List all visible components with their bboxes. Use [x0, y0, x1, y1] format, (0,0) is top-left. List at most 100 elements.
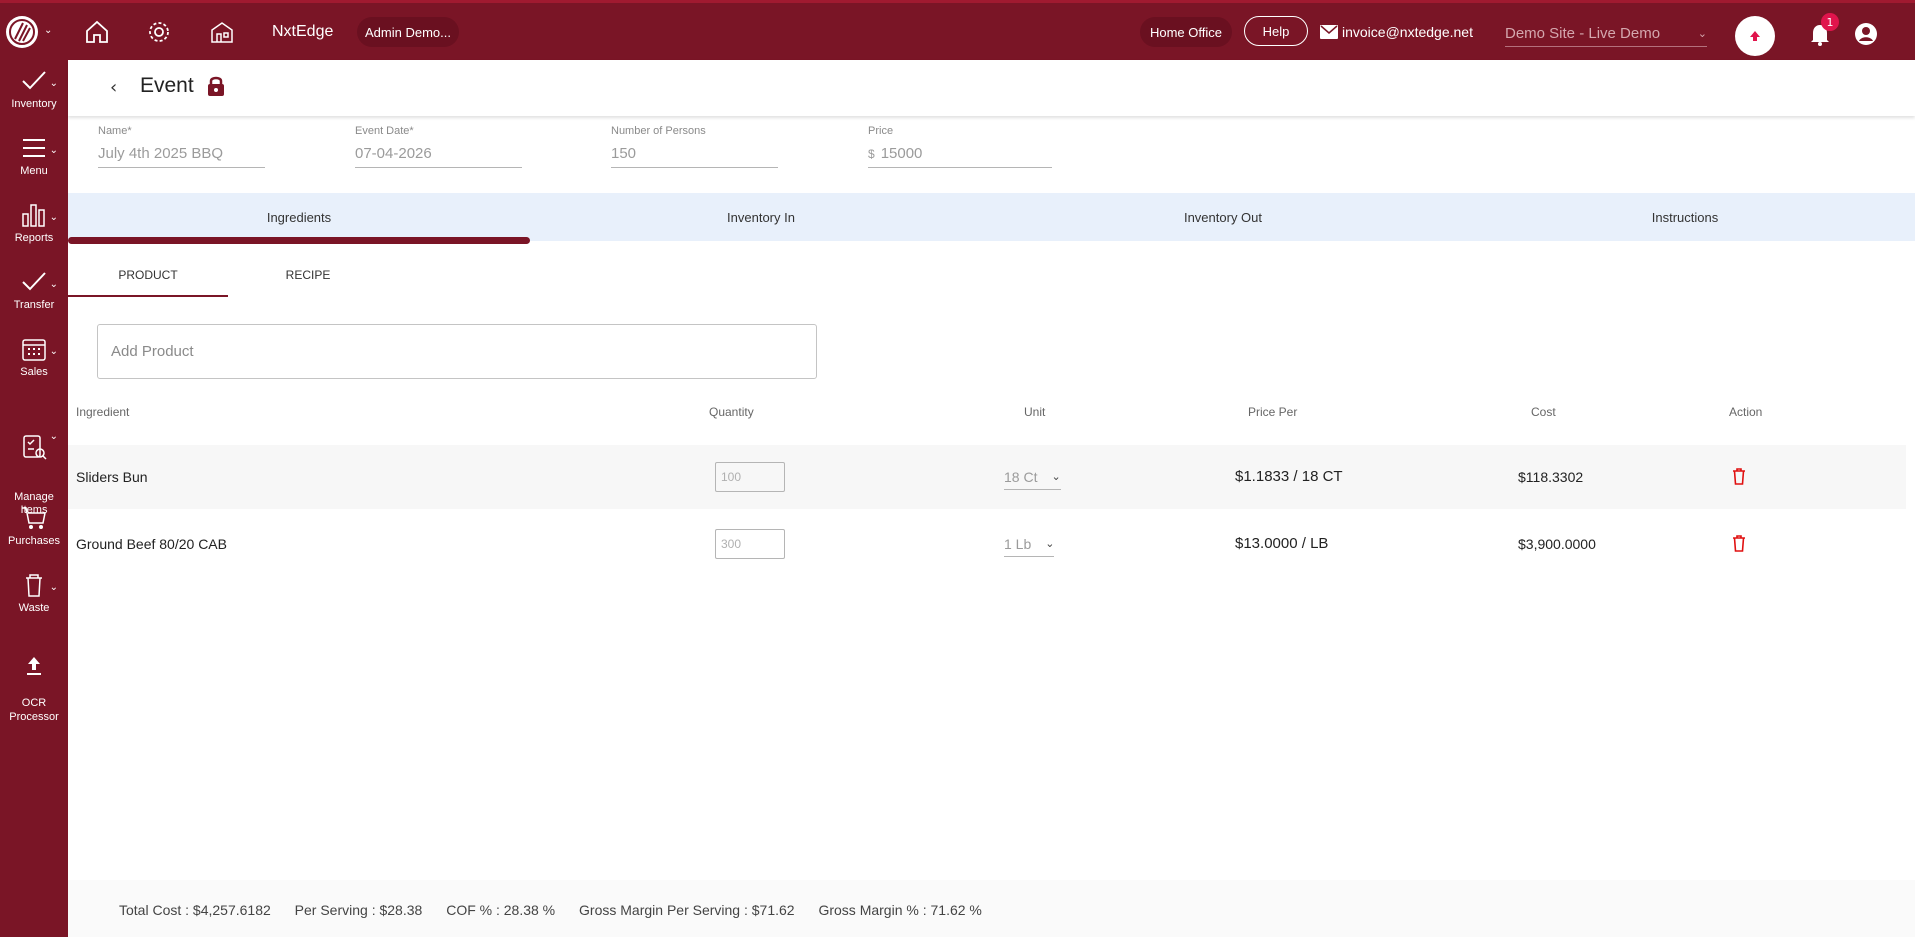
name-input[interactable]: July 4th 2025 BBQ	[98, 145, 265, 168]
column-header-ingredient: Ingredient	[76, 405, 130, 419]
chevron-down-icon: ⌄	[49, 346, 58, 357]
sidebar-item-sales[interactable]: ⌄ Sales	[0, 336, 68, 378]
chevron-down-icon: ⌄	[1697, 28, 1707, 40]
sidebar-item-ocr-processor[interactable]: OCR Processor	[0, 640, 68, 724]
price-value: 15000	[880, 145, 923, 162]
bar-chart-icon	[22, 204, 45, 227]
sidebar-item-purchases[interactable]: Purchases	[0, 505, 68, 547]
sidebar-item-label: Reports	[14, 232, 54, 244]
column-header-unit: Unit	[1024, 405, 1046, 419]
unit-value: 18 Ct	[1004, 468, 1038, 485]
sidebar-item-transfer[interactable]: ⌄ Transfer	[0, 269, 68, 311]
user-pill[interactable]: Admin Demo...	[357, 17, 459, 47]
table-row: Sliders Bun 100 18 Ct ⌄ $1.1833 / 18 CT …	[68, 445, 1906, 509]
cost: $118.3302	[1518, 469, 1584, 485]
sidebar-item-menu[interactable]: ⌄ Menu	[0, 135, 68, 177]
upload-icon	[27, 657, 41, 675]
sidebar-item-label: Sales	[20, 366, 48, 378]
upload-icon	[1750, 31, 1760, 41]
sidebar-item-reports[interactable]: ⌄ Reports	[0, 202, 68, 244]
price-label: Price	[868, 125, 894, 137]
unit-select[interactable]: 18 Ct ⌄	[1004, 464, 1061, 490]
event-date-label: Event Date*	[355, 125, 414, 137]
sidebar-item-label: Inventory	[11, 98, 57, 110]
add-product-input[interactable]: Add Product	[97, 324, 817, 379]
per-serving: Per Serving : $28.38	[294, 902, 423, 918]
price-per: $1.1833 / 18 CT	[1235, 468, 1343, 485]
lock-icon	[208, 76, 224, 96]
currency-symbol: $	[868, 147, 875, 161]
table-row: Ground Beef 80/20 CAB 300 1 Lb ⌄ $13.000…	[68, 512, 1906, 576]
tab-inventory-in[interactable]: Inventory In	[530, 210, 992, 225]
check-icon	[22, 272, 46, 291]
cost: $3,900.0000	[1518, 536, 1596, 552]
hamburger-icon	[23, 139, 45, 157]
ingredient-name: Ground Beef 80/20 CAB	[76, 536, 227, 552]
column-header-price-per: Price Per	[1248, 405, 1298, 419]
chevron-down-icon: ⌄	[49, 145, 58, 156]
sidebar-item-manage-items[interactable]: ⌄ Manage Items	[0, 420, 68, 517]
sidebar-item-waste[interactable]: ⌄ Waste	[0, 572, 68, 614]
top-bar: ⌄ NxtEdge Admin Demo... Home Office Help…	[0, 0, 1915, 60]
subtab-recipe[interactable]: RECIPE	[228, 268, 388, 282]
column-header-action: Action	[1729, 405, 1763, 419]
page-header	[68, 60, 1915, 116]
sidebar-item-label: Waste	[18, 602, 50, 614]
page-title: Event	[140, 74, 194, 97]
chevron-down-icon: ⌄	[49, 78, 58, 89]
sidebar-item-label: OCR Processor	[9, 697, 59, 723]
account-icon[interactable]	[1853, 21, 1879, 47]
active-subtab-indicator	[68, 295, 228, 297]
gross-margin-per-serving: Gross Margin Per Serving : $71.62	[579, 902, 795, 918]
price-input[interactable]: $15000	[868, 145, 1052, 168]
upload-button[interactable]	[1735, 16, 1775, 56]
chevron-down-icon: ⌄	[49, 212, 58, 223]
price-field[interactable]: Price $15000	[868, 125, 1052, 168]
cart-icon	[22, 507, 46, 529]
tab-inventory-out[interactable]: Inventory Out	[992, 210, 1454, 225]
site-select[interactable]: Demo Site - Live Demo ⌄	[1505, 21, 1707, 47]
gross-margin-percent: Gross Margin % : 71.62 %	[818, 902, 982, 918]
column-header-cost: Cost	[1531, 405, 1556, 419]
back-icon[interactable]: ‹	[110, 77, 117, 98]
notification-badge: 1	[1821, 13, 1839, 31]
chevron-down-icon[interactable]: ⌄	[44, 25, 52, 36]
chevron-down-icon: ⌄	[49, 582, 58, 593]
site-select-value: Demo Site - Live Demo	[1505, 25, 1661, 42]
chevron-down-icon: ⌄	[1045, 538, 1055, 550]
persons-field[interactable]: Number of Persons 150	[611, 125, 778, 168]
gear-icon[interactable]	[144, 17, 174, 47]
building-icon[interactable]	[207, 17, 237, 47]
tab-ingredients[interactable]: Ingredients	[68, 210, 530, 225]
event-date-input[interactable]: 07-04-2026	[355, 145, 522, 168]
tab-bar: Ingredients Inventory In Inventory Out I…	[68, 193, 1915, 244]
sidebar: ⌄ Inventory ⌄ Menu ⌄ Reports ⌄ Transfer …	[0, 60, 68, 937]
calendar-icon	[22, 339, 46, 361]
sidebar-item-label: Menu	[20, 165, 48, 177]
unit-select[interactable]: 1 Lb ⌄	[1004, 531, 1055, 557]
trash-icon[interactable]	[1732, 467, 1746, 485]
logo-icon[interactable]	[6, 16, 38, 48]
chevron-down-icon: ⌄	[1051, 471, 1061, 483]
name-label: Name*	[98, 125, 132, 137]
help-button[interactable]: Help	[1244, 16, 1308, 46]
trash-icon	[26, 574, 42, 597]
subtab-product[interactable]: PRODUCT	[68, 268, 228, 282]
email-link[interactable]: invoice@nxtedge.net	[1320, 24, 1473, 40]
name-field[interactable]: Name* July 4th 2025 BBQ	[98, 125, 265, 168]
brand-name: NxtEdge	[272, 23, 334, 40]
sidebar-item-inventory[interactable]: ⌄ Inventory	[0, 68, 68, 110]
price-per: $13.0000 / LB	[1235, 535, 1329, 552]
quantity-input[interactable]: 300	[715, 529, 785, 559]
quantity-input[interactable]: 100	[715, 462, 785, 492]
ingredient-name: Sliders Bun	[76, 469, 148, 485]
home-office-button[interactable]: Home Office	[1140, 17, 1232, 47]
persons-input[interactable]: 150	[611, 145, 778, 168]
active-tab-indicator	[68, 237, 530, 244]
persons-label: Number of Persons	[611, 125, 706, 137]
tab-instructions[interactable]: Instructions	[1454, 210, 1915, 225]
event-date-field[interactable]: Event Date* 07-04-2026	[355, 125, 522, 168]
trash-icon[interactable]	[1732, 534, 1746, 552]
home-icon[interactable]	[82, 17, 112, 47]
check-icon	[22, 71, 46, 90]
